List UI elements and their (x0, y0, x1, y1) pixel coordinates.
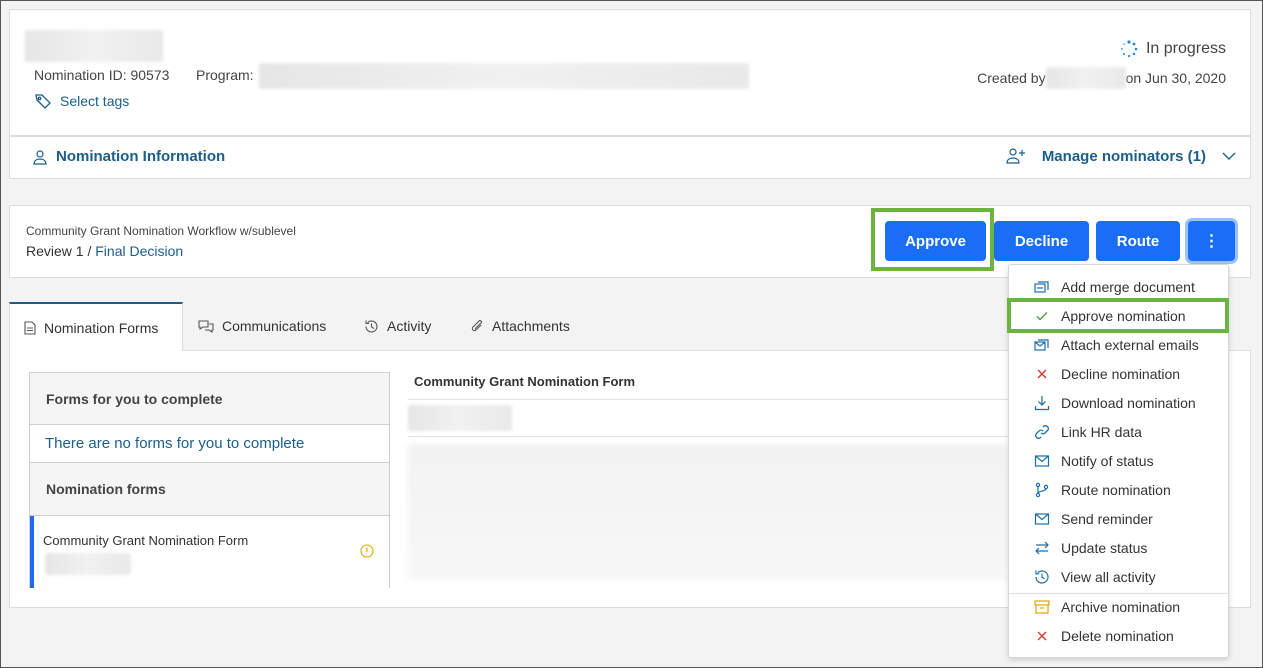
add-person-icon (1006, 147, 1026, 165)
no-forms-text: There are no forms for you to complete (45, 435, 305, 452)
decline-button[interactable]: Decline (994, 221, 1089, 261)
status-text: In progress (1145, 40, 1226, 57)
approve-nomination-highlight (1007, 298, 1229, 333)
form-list-item[interactable]: Community Grant Nomination Form (30, 516, 389, 588)
tab-nomination-forms[interactable]: Nomination Forms (9, 302, 183, 351)
x-icon (1031, 628, 1053, 644)
workflow-level: Review 1 / (26, 243, 92, 259)
document-icon (24, 320, 36, 335)
menu-item-delete-nomination[interactable]: Delete nomination (1009, 621, 1228, 650)
history-icon (1031, 569, 1053, 585)
menu-item-label: Archive nomination (1061, 598, 1181, 615)
spinner-icon (1120, 40, 1138, 58)
nomination-info-bar: Nomination Information Manage nominators… (9, 136, 1251, 179)
menu-item-view-all-activity[interactable]: View all activity (1009, 562, 1228, 591)
download-icon (1031, 395, 1053, 411)
menu-item-update-status[interactable]: Update status (1009, 533, 1228, 562)
warning-icon (360, 544, 374, 558)
manage-nominators-label: Manage nominators (1) (1041, 147, 1206, 165)
menu-item-route-nomination[interactable]: Route nomination (1009, 475, 1228, 504)
archive-icon (1031, 599, 1053, 615)
person-icon (32, 149, 48, 165)
form-preview-divider (408, 399, 1008, 400)
menu-item-label: Route nomination (1061, 481, 1171, 498)
select-tags-label: Select tags (60, 93, 130, 109)
form-preview: Community Grant Nomination Form (408, 372, 1008, 588)
nomination-header-card: Nomination ID: 90573 Program: Select tag… (9, 9, 1251, 136)
form-list-item-name: Community Grant Nomination Form (43, 533, 249, 548)
forms-to-complete-header: Forms for you to complete (30, 373, 389, 425)
menu-item-label: Update status (1061, 539, 1148, 556)
menu-item-label: Link HR data (1061, 423, 1142, 440)
swap-arrows-icon (1031, 540, 1053, 556)
tab-communications-label: Communications (222, 318, 327, 334)
tab-attachments[interactable]: Attachments (470, 302, 570, 350)
tab-communications[interactable]: Communications (198, 302, 326, 350)
menu-item-label: Notify of status (1061, 452, 1154, 469)
envelope-icon (1031, 453, 1053, 469)
menu-item-label: Decline nomination (1061, 365, 1181, 382)
form-preview-divider-2 (408, 436, 1008, 437)
chat-bubbles-icon (198, 319, 214, 333)
tab-attachments-label: Attachments (492, 318, 570, 334)
tab-nomination-forms-label: Nomination Forms (44, 319, 159, 336)
route-button[interactable]: Route (1096, 221, 1180, 261)
created-date: on Jun 30, 2020 (1125, 70, 1226, 86)
menu-item-add-merge-document[interactable]: Add merge document (1009, 272, 1228, 301)
nomination-forms-header: Nomination forms (30, 463, 389, 516)
status-indicator: In progress (1120, 40, 1226, 58)
menu-item-notify-of-status[interactable]: Notify of status (1009, 446, 1228, 475)
menu-item-label: View all activity (1061, 568, 1156, 585)
program-label: Program: (196, 67, 254, 83)
menu-item-label: Send reminder (1061, 510, 1153, 527)
attach-email-icon (1031, 337, 1053, 353)
menu-item-attach-external-emails[interactable]: Attach external emails (1009, 330, 1228, 359)
paperclip-icon (470, 319, 484, 334)
form-preview-field-redacted (408, 405, 512, 431)
form-preview-body-redacted (408, 444, 1008, 580)
program-name-redacted (259, 63, 749, 89)
menu-item-link-hr-data[interactable]: Link HR data (1009, 417, 1228, 446)
menu-item-label: Delete nomination (1061, 627, 1174, 644)
workflow-stage-link[interactable]: Final Decision (95, 243, 183, 259)
form-preview-title: Community Grant Nomination Form (414, 374, 635, 389)
forms-to-complete-title: Forms for you to complete (46, 390, 223, 407)
tag-icon (34, 92, 52, 110)
forms-panel: Forms for you to complete There are no f… (29, 372, 390, 588)
menu-item-download-nomination[interactable]: Download nomination (1009, 388, 1228, 417)
workflow-step: Review 1 / Final Decision (26, 243, 183, 259)
link-icon (1031, 424, 1053, 440)
select-tags-link[interactable]: Select tags (34, 92, 129, 110)
nomination-id: Nomination ID: 90573 (34, 67, 170, 83)
menu-item-label: Attach external emails (1061, 336, 1199, 353)
x-icon (1031, 366, 1053, 382)
history-icon (364, 319, 379, 334)
tab-activity-label: Activity (387, 318, 432, 334)
no-forms-message: There are no forms for you to complete (30, 425, 389, 463)
nomination-information-toggle[interactable]: Nomination Information (32, 148, 225, 165)
nomination-forms-title: Nomination forms (46, 481, 166, 497)
tab-activity[interactable]: Activity (364, 302, 431, 350)
creator-name-redacted (1045, 67, 1126, 89)
workflow-name: Community Grant Nomination Workflow w/su… (26, 224, 296, 238)
route-branch-icon (1031, 482, 1053, 498)
created-by-line: Created by on Jun 30, 2020 (977, 67, 1226, 89)
nominee-name-redacted (25, 30, 163, 62)
envelope-icon (1031, 511, 1053, 527)
menu-item-archive-nomination[interactable]: Archive nomination (1009, 592, 1228, 621)
menu-item-label: Add merge document (1061, 278, 1195, 295)
more-actions-button[interactable]: ⋮ (1188, 221, 1235, 261)
menu-item-send-reminder[interactable]: Send reminder (1009, 504, 1228, 533)
form-list-item-subtitle-redacted (45, 553, 131, 575)
created-by-label: Created by (977, 70, 1046, 86)
chevron-down-icon (1222, 151, 1236, 161)
menu-item-label: Download nomination (1061, 394, 1196, 411)
merge-document-icon (1031, 279, 1053, 295)
nomination-information-label: Nomination Information (56, 148, 226, 165)
manage-nominators-toggle[interactable]: Manage nominators (1) (1006, 147, 1236, 165)
menu-item-decline-nomination[interactable]: Decline nomination (1009, 359, 1228, 388)
approve-button-highlight (871, 208, 994, 271)
